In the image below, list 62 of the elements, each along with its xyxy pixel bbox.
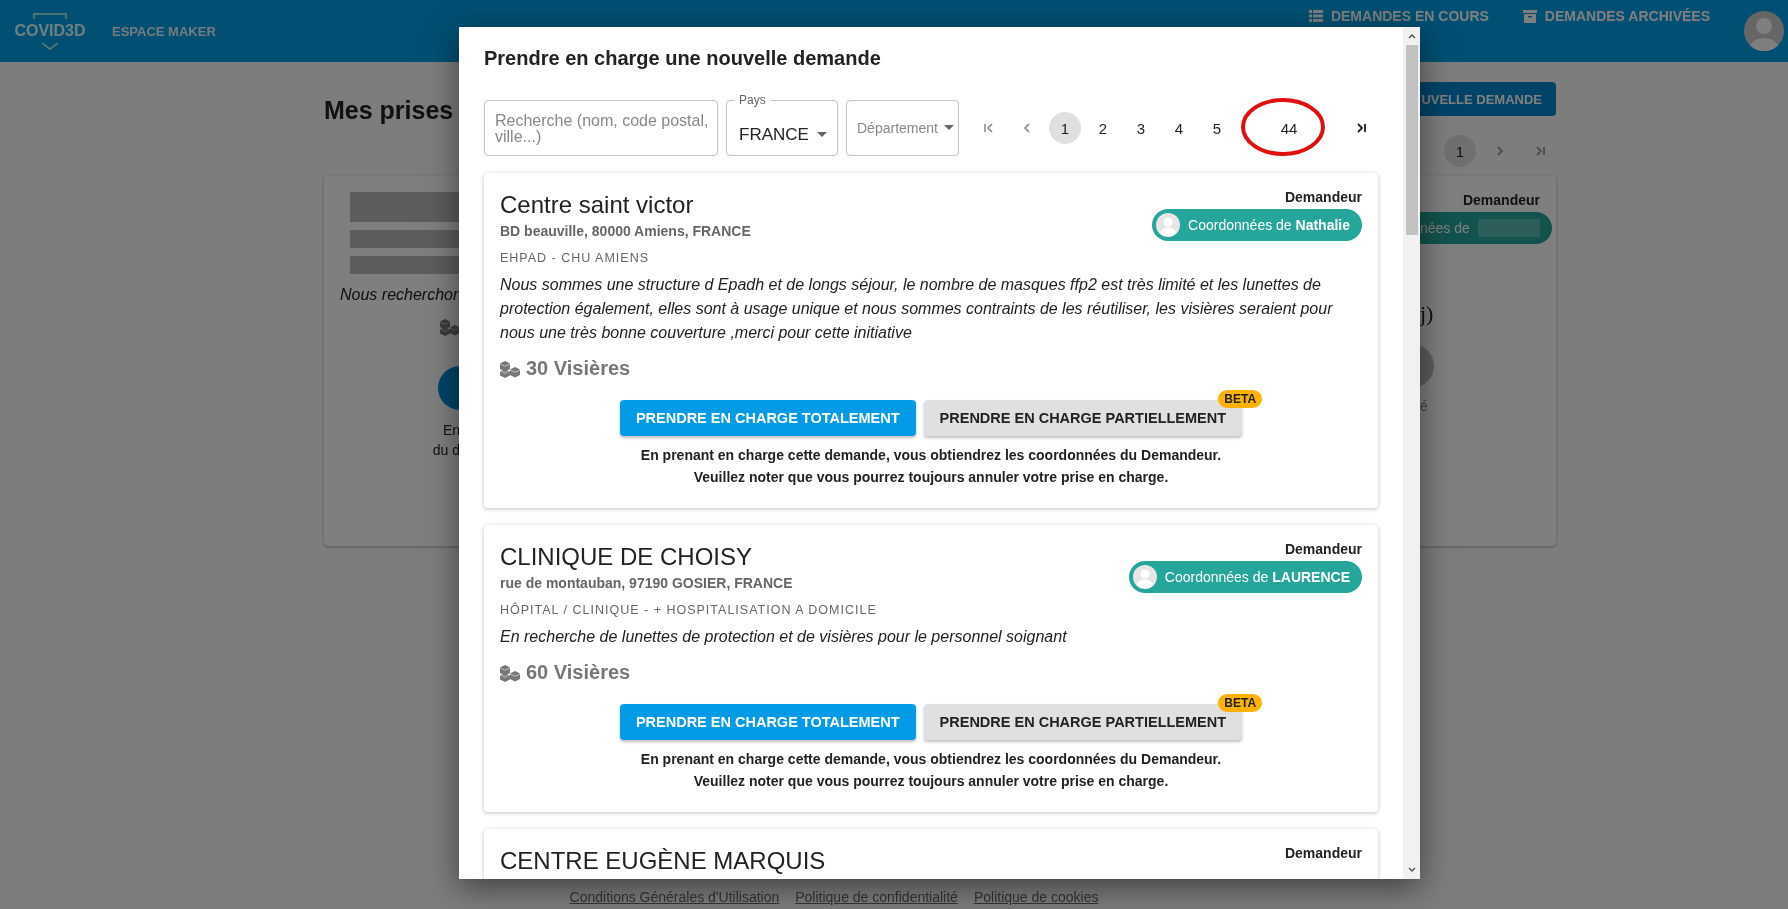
search-field[interactable]: Recherche (nom, code postal, ville...) bbox=[484, 100, 718, 156]
requester-label: Demandeur bbox=[1284, 189, 1362, 205]
page-title: Mes prises bbox=[324, 96, 454, 125]
logo[interactable]: COVID3D bbox=[12, 9, 88, 53]
facility-address: rue de montauban, 97190 GOSIER, FRANCE bbox=[500, 575, 794, 591]
page-button[interactable]: 1 bbox=[1049, 112, 1081, 144]
quantity-text: j) bbox=[1420, 304, 1434, 324]
info-text: Veuillez noter que vous pourrez toujours annuler votre prise en charge. bbox=[692, 468, 1170, 487]
request-description: En recherche de lunettes de protection et de visières pour le personnel soignant bbox=[500, 627, 1068, 647]
facility-category: EHPAD - CHU AMIENS bbox=[500, 251, 651, 265]
cubes-icon bbox=[500, 663, 520, 682]
dialog-title: Prendre en charge une nouvelle demande bbox=[484, 47, 882, 70]
section-title: ESPACE MAKER bbox=[112, 23, 216, 39]
page-button[interactable]: 4 bbox=[1163, 112, 1195, 144]
scroll-down-icon[interactable] bbox=[1406, 865, 1417, 875]
info-text: du d bbox=[432, 441, 460, 460]
quantity-text: 30 Visières bbox=[526, 357, 631, 380]
facility-name: CENTRE EUGÈNE MARQUIS bbox=[500, 847, 826, 875]
page-button[interactable]: 2 bbox=[1087, 112, 1119, 144]
department-select[interactable]: Département bbox=[846, 100, 959, 156]
info-text: En prenant en charge cette demande, vous obtiendrez les coordonnées du Demandeur. bbox=[639, 750, 1223, 769]
requester-label: Demandeur bbox=[1284, 845, 1362, 861]
archive-icon bbox=[1522, 9, 1537, 23]
contact-chip[interactable]: Coordonnées de LAURENCE bbox=[1128, 561, 1362, 593]
page-button[interactable]: 5 bbox=[1201, 112, 1233, 144]
cubes-icon bbox=[500, 359, 520, 378]
scroll-thumb[interactable] bbox=[1405, 45, 1418, 235]
nav-link[interactable]: DEMANDES ARCHIVÉES bbox=[1522, 8, 1710, 24]
request-description: Nous sommes une structure d Epadh et de longs séjour, le nombre de masques ffp2 est très limité et les lunettes de protection également, elles sont à usage unique et nous sommes contraints de les réutiliser, les visières seraient pour nous une très bonne couverture ,merci pour cette initiative bbox=[500, 275, 1334, 343]
person-icon bbox=[1132, 565, 1157, 589]
country-select[interactable]: Pays FRANCE bbox=[726, 94, 838, 156]
take-full-button[interactable]: PRENDRE EN CHARGE TOTALEMENT bbox=[619, 704, 916, 740]
requester-label: Demandeur bbox=[1284, 541, 1362, 557]
user-avatar[interactable] bbox=[1744, 11, 1784, 51]
person-icon bbox=[1156, 213, 1181, 237]
footer-link[interactable]: Conditions Générales d'Utilisation bbox=[569, 889, 780, 905]
footer-link[interactable]: Politique de confidentialité bbox=[795, 889, 958, 905]
info-text: En bbox=[442, 421, 460, 440]
facility-address: BD beauville, 80000 Amiens, FRANCE bbox=[500, 223, 751, 239]
info-text: En prenant en charge cette demande, vous obtiendrez les coordonnées du Demandeur. bbox=[639, 446, 1223, 465]
facility-name: CLINIQUE DE CHOISY bbox=[500, 543, 754, 571]
scrollbar[interactable] bbox=[1403, 27, 1420, 879]
page-button[interactable]: 1 bbox=[1444, 135, 1476, 167]
footer-link[interactable]: Politique de cookies bbox=[973, 889, 1099, 905]
quantity-text: 60 Visières bbox=[526, 661, 631, 684]
contact-chip[interactable]: Coordonnées de Nathalie bbox=[1152, 209, 1362, 241]
info-text: Veuillez noter que vous pourrez toujours annuler votre prise en charge. bbox=[692, 772, 1170, 791]
take-full-button[interactable]: PRENDRE EN CHARGE TOTALEMENT bbox=[619, 400, 916, 436]
caret-icon bbox=[817, 132, 827, 138]
list-icon bbox=[1308, 10, 1323, 22]
cubes-icon bbox=[440, 318, 460, 336]
page-button[interactable]: 3 bbox=[1125, 112, 1157, 144]
beta-badge: BETA bbox=[1218, 390, 1263, 408]
redacted-block bbox=[1477, 219, 1540, 237]
caret-icon bbox=[944, 125, 954, 131]
nav-link[interactable]: DEMANDES EN COURS bbox=[1308, 8, 1489, 24]
facility-category: HÔPITAL / CLINIQUE - + HOSPITALISATION A DOMICILE bbox=[500, 603, 877, 617]
contact-chip[interactable]: nées de bbox=[1420, 212, 1552, 244]
beta-badge: BETA bbox=[1218, 694, 1263, 712]
requester-label: Demandeur bbox=[1462, 192, 1540, 208]
facility-name: Centre saint victor bbox=[500, 191, 695, 219]
scroll-up-icon[interactable] bbox=[1406, 31, 1417, 41]
